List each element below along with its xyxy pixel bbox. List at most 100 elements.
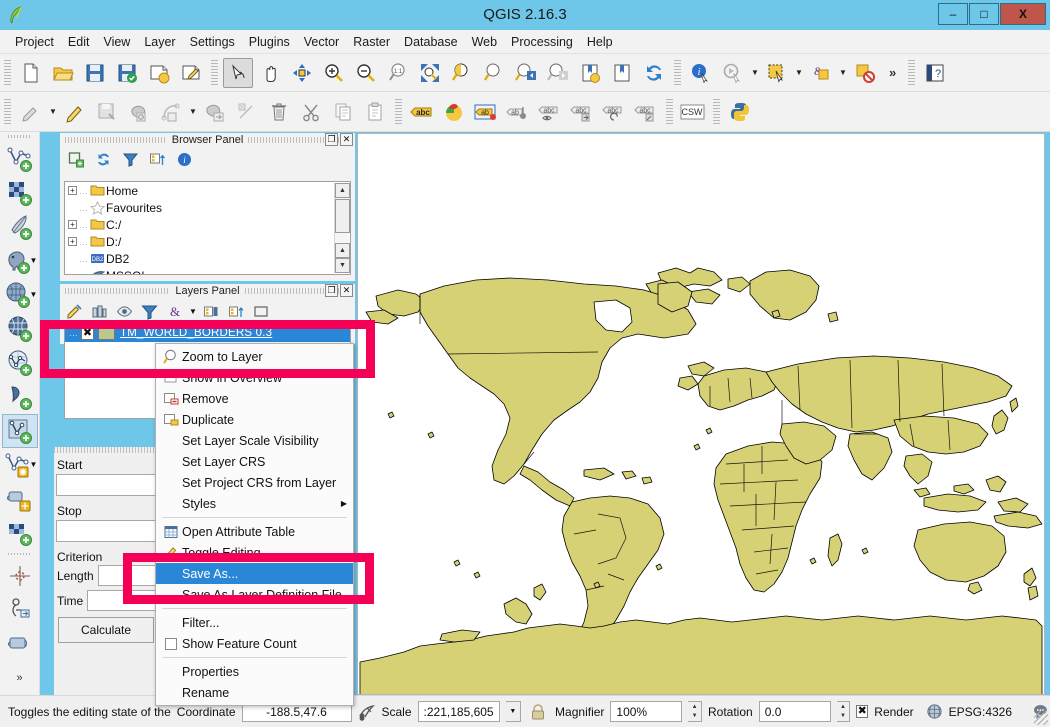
rotate-label-icon[interactable]: abc [599,97,629,127]
refresh-icon[interactable] [93,149,113,169]
context-item-properties[interactable]: Properties [156,661,353,682]
time-input[interactable] [87,590,156,611]
cut-features-icon[interactable] [296,97,326,127]
browser-item-c-drive[interactable]: +… C:/ [65,216,350,233]
python-console-icon[interactable] [725,97,755,127]
select-by-expression-icon[interactable]: & [806,58,836,88]
scroll-up-2-icon[interactable]: ▲ [335,243,350,258]
open-layer-styling-panel-icon[interactable] [64,301,84,321]
save-project-icon[interactable] [80,58,110,88]
menu-web[interactable]: Web [465,33,504,51]
menu-project[interactable]: Project [8,33,61,51]
expander-icon[interactable]: + [68,186,77,195]
browser-panel-close-button[interactable]: ✕ [340,133,353,146]
label-highlight-icon[interactable]: ab [471,97,501,127]
menu-settings[interactable]: Settings [183,33,242,51]
toolbar-grip[interactable] [4,59,11,86]
close-button[interactable]: X [1000,3,1046,25]
add-circular-string-dropdown-icon[interactable]: ▼ [187,97,199,127]
rotation-spinner[interactable]: ▲ ▼ [836,701,851,722]
node-tool-icon[interactable] [232,97,262,127]
context-item-remove[interactable]: Remove [156,388,353,409]
toolbar-overflow-icon[interactable]: » [881,65,904,80]
left-toolbar-grip[interactable] [7,135,32,138]
zoom-out-icon[interactable] [351,58,381,88]
label-abc-icon[interactable]: abc [407,97,437,127]
context-item-styles[interactable]: Styles ▶ [156,493,353,514]
browser-tree[interactable]: +… Home … Favourites +… C:/ + … D:/ … DB… [64,181,351,275]
remove-layer-icon[interactable] [252,301,272,321]
context-item-set-layer-scale-visibility[interactable]: Set Layer Scale Visibility [156,430,353,451]
pin-labels-icon[interactable]: ab [503,97,533,127]
layers-panel-float-button[interactable]: ❐ [325,284,338,297]
scale-combo[interactable]: :221,185,605 [417,701,500,722]
show-bookmarks-icon[interactable] [607,58,637,88]
toolbar-grip-2[interactable] [211,59,218,86]
browser-item-d-drive[interactable]: +… D:/ [65,233,350,250]
add-circular-string-icon[interactable] [156,97,186,127]
expression-filter-dropdown-icon[interactable]: ▼ [189,307,197,316]
toolbar-grip-5[interactable] [4,98,11,125]
layer-row-tm-world-borders[interactable]: … ✖ TM_WORLD_BORDERS 0.3 [65,324,350,342]
move-feature-icon[interactable] [200,97,230,127]
lock-icon[interactable] [530,703,546,721]
collapse-all-icon[interactable] [147,149,167,169]
new-project-icon[interactable] [16,58,46,88]
pan-to-selection-icon[interactable] [287,58,317,88]
add-arcgis-map-service-icon[interactable] [2,516,38,550]
scroll-down-icon[interactable]: ▼ [335,258,350,273]
add-group-icon[interactable] [89,301,109,321]
georeferencer-icon[interactable] [2,559,38,593]
start-input[interactable] [56,474,156,496]
menu-raster[interactable]: Raster [346,33,397,51]
composer-manager-icon[interactable] [176,58,206,88]
left-toolbar-overflow-icon[interactable]: » [2,661,38,695]
zoom-last-icon[interactable] [511,58,541,88]
current-edits-icon[interactable] [16,97,46,127]
resize-grip[interactable] [1034,711,1048,725]
context-item-show-feature-count[interactable]: Show Feature Count [156,633,353,654]
context-item-show-in-overview[interactable]: Show in Overview [156,367,353,388]
layer-visibility-checkbox[interactable]: ✖ [81,326,94,340]
browser-panel-float-button[interactable]: ❐ [325,133,338,146]
magnifier-spinner[interactable]: ▲ ▼ [688,701,702,722]
delete-selected-icon[interactable] [264,97,294,127]
context-item-save-as-layer-definition-file[interactable]: Save As Layer Definition File [156,584,353,605]
rotation-input[interactable]: 0.0 [758,701,831,722]
collapse-all-icon[interactable] [227,301,247,321]
expander-icon[interactable]: + [68,220,77,229]
context-item-set-project-crs-from-layer[interactable]: Set Project CRS from Layer [156,472,353,493]
toolbar-grip-8[interactable] [713,98,720,125]
zoom-to-selection-icon[interactable] [447,58,477,88]
context-item-open-attribute-table[interactable]: Open Attribute Table [156,521,353,542]
open-project-icon[interactable] [48,58,78,88]
minimize-button[interactable]: – [938,3,968,25]
crs-label[interactable]: EPSG:4326 [949,705,1012,719]
scroll-up-icon[interactable]: ▲ [335,183,350,198]
new-print-composer-icon[interactable] [144,58,174,88]
paste-features-icon[interactable] [360,97,390,127]
zoom-to-layer-icon[interactable] [479,58,509,88]
toggle-editing-icon[interactable] [60,97,90,127]
manage-map-themes-icon[interactable] [114,301,134,321]
context-item-duplicate[interactable]: Duplicate [156,409,353,430]
maximize-button[interactable]: □ [969,3,999,25]
menu-view[interactable]: View [96,33,137,51]
toolbar-grip-6[interactable] [395,98,402,125]
select-expression-dropdown-icon[interactable]: ▼ [837,58,849,88]
dock-drag-handle[interactable] [54,447,158,453]
add-selected-layers-icon[interactable] [66,149,86,169]
context-item-rename[interactable]: Rename [156,682,353,703]
menu-plugins[interactable]: Plugins [242,33,297,51]
stop-input[interactable] [56,520,156,542]
layer-context-menu[interactable]: Zoom to Layer Show in Overview Remove Du… [155,343,354,706]
menu-processing[interactable]: Processing [504,33,580,51]
toolbar-grip-4[interactable] [908,59,916,86]
help-icon[interactable]: ? [920,58,950,88]
panel-drag-handle-left[interactable] [65,288,171,294]
length-input[interactable] [97,565,156,586]
show-hide-labels-icon[interactable]: abc [535,97,565,127]
layers-panel-close-button[interactable]: ✕ [340,284,353,297]
browser-item-db2[interactable]: … DB2 DB2 [65,250,350,267]
context-item-zoom-to-layer[interactable]: Zoom to Layer [156,346,353,367]
